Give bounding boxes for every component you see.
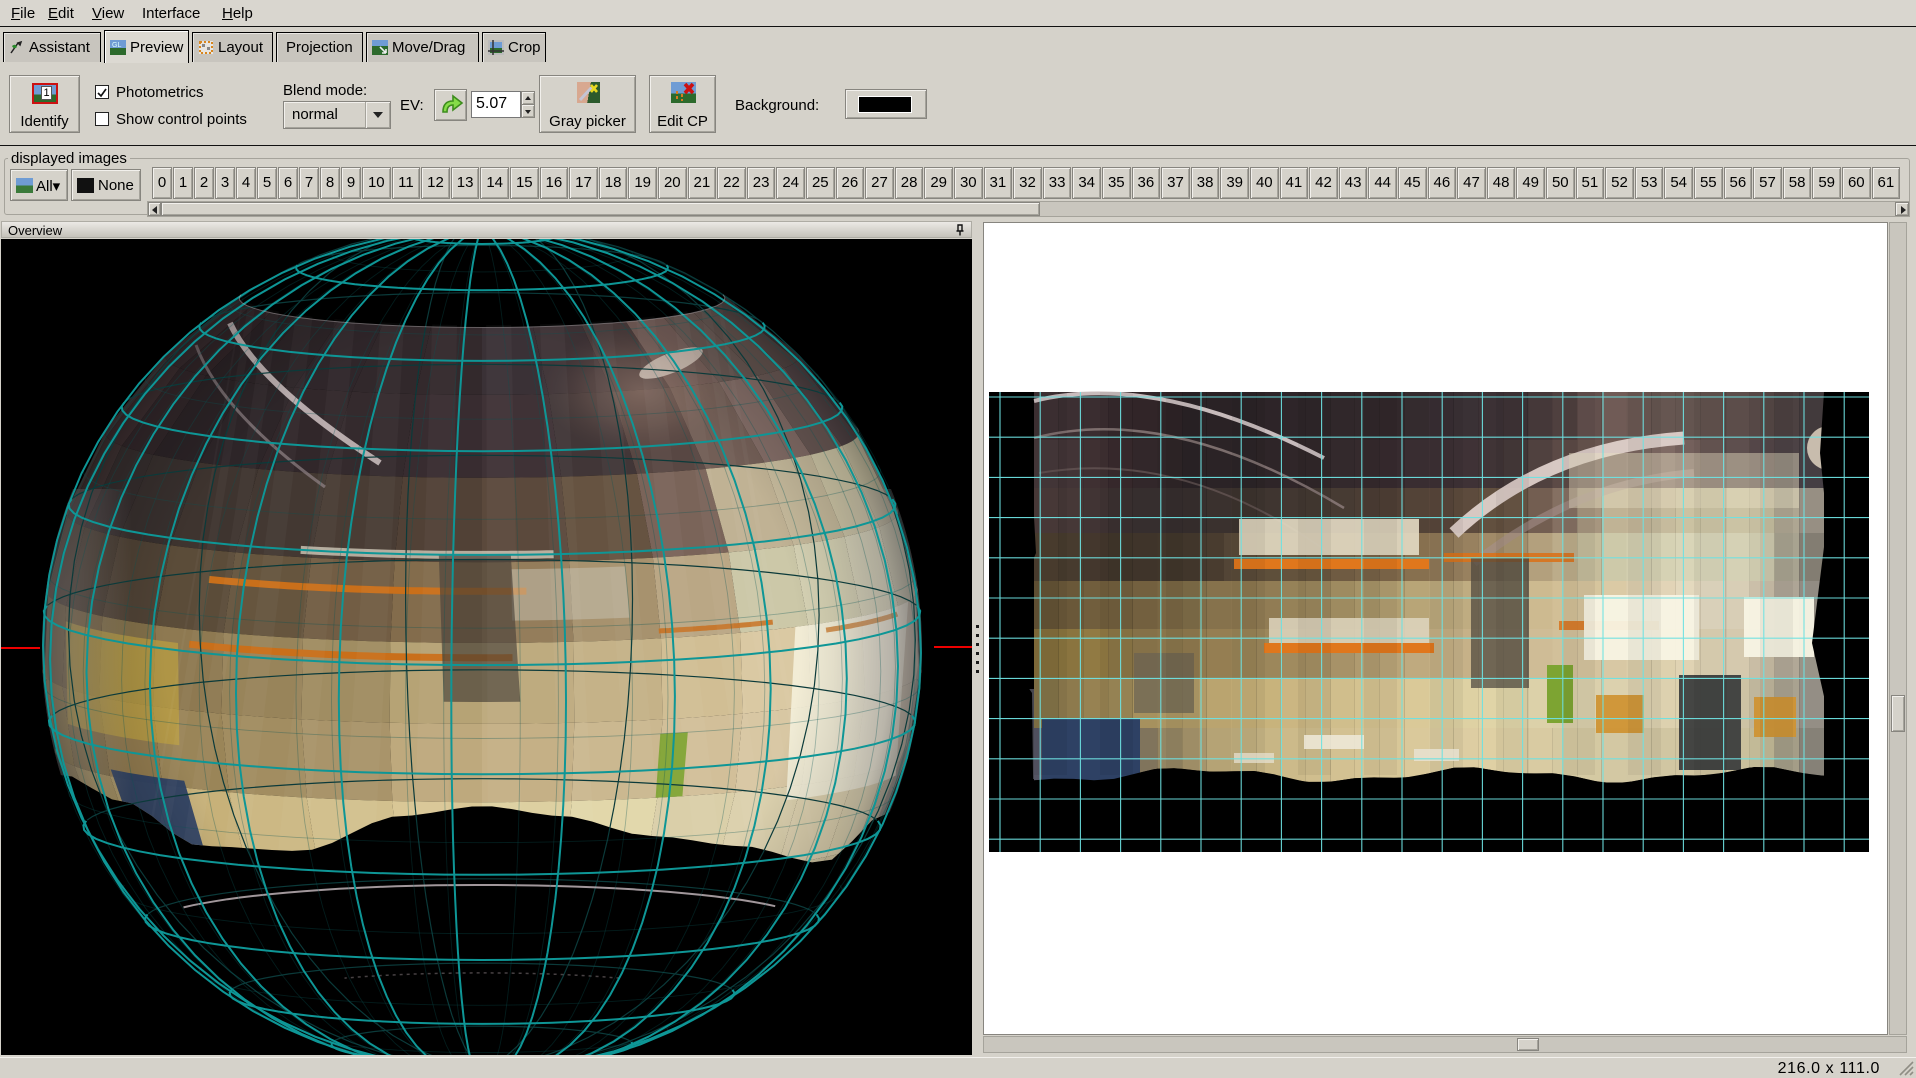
svg-text:GL: GL: [112, 42, 121, 49]
